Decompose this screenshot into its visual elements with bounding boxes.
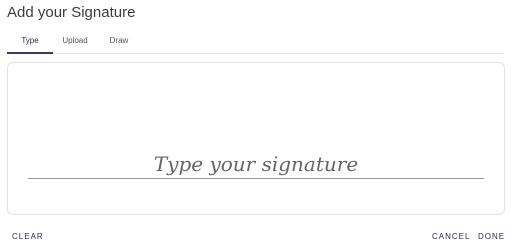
- tab-draw[interactable]: Draw: [97, 29, 141, 54]
- signature-area: [7, 62, 505, 215]
- clear-button[interactable]: CLEAR: [12, 232, 44, 242]
- tab-type[interactable]: Type: [7, 29, 53, 54]
- cancel-button[interactable]: CANCEL: [432, 232, 470, 242]
- signature-tabs: Type Upload Draw: [7, 29, 504, 54]
- signature-dialog: Add your Signature Type Upload Draw CLEA…: [0, 0, 511, 245]
- tab-upload[interactable]: Upload: [53, 29, 97, 54]
- done-button[interactable]: DONE: [478, 232, 505, 242]
- signature-input[interactable]: [28, 143, 484, 179]
- dialog-title: Add your Signature: [7, 4, 136, 21]
